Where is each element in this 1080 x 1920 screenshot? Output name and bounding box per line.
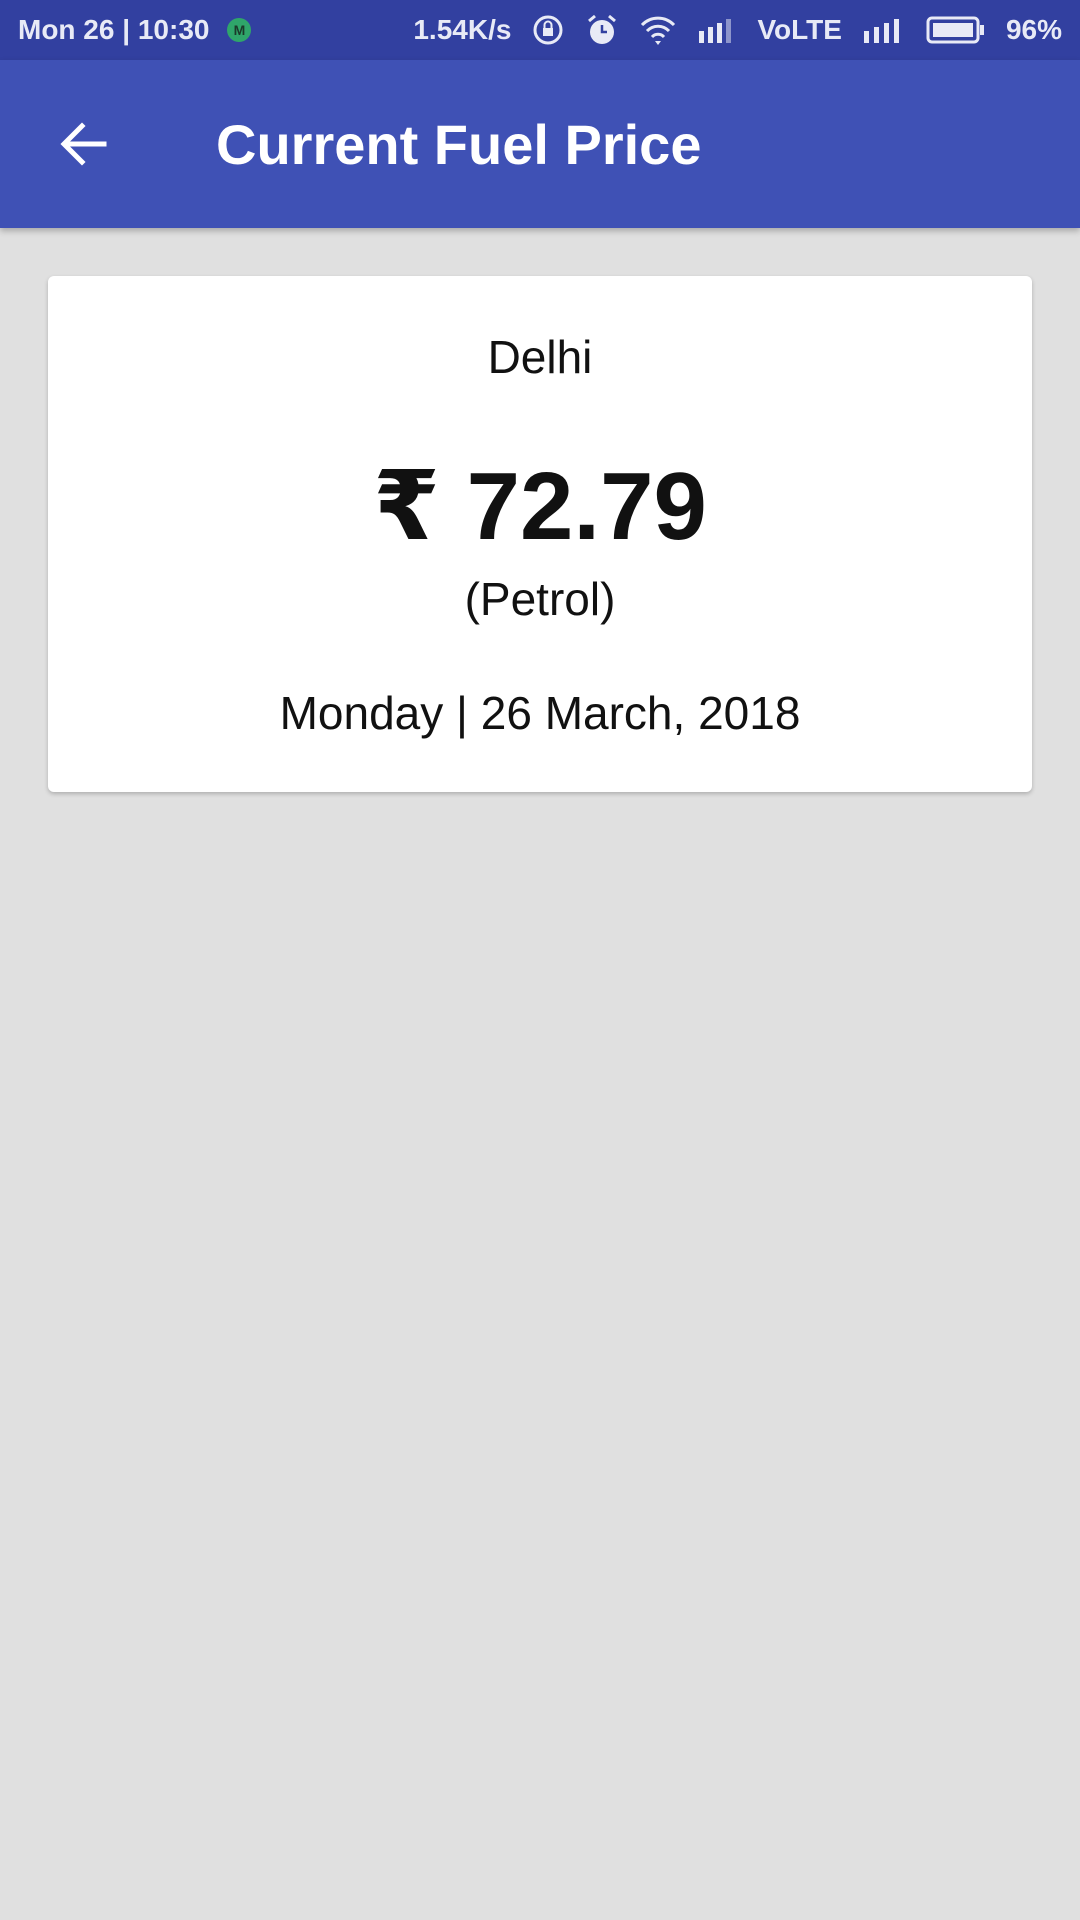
arrow-back-icon: [60, 122, 107, 166]
signal-icon: [697, 17, 737, 43]
price-date: Monday | 26 March, 2018: [279, 687, 801, 739]
fuel-price-card: Delhi ₹ 72.79 (Petrol) Monday | 26 March…: [48, 276, 1032, 792]
fuel-type: (Petrol): [464, 573, 616, 625]
fuel-price: ₹ 72.79: [373, 453, 707, 560]
back-button[interactable]: [48, 108, 120, 180]
status-bar: Mon 26 | 10:30 M 1.54K/s VoLTE 96%: [0, 0, 1080, 60]
notification-m-icon: M: [227, 18, 252, 42]
rotation-lock-icon: [531, 13, 565, 47]
city-name: Delhi: [487, 331, 593, 383]
battery-percent: 96%: [1005, 14, 1062, 45]
page-title: Current Fuel Price: [216, 112, 702, 176]
alarm-icon: [585, 13, 619, 47]
signal-icon: [862, 17, 906, 43]
battery-icon: [926, 16, 986, 44]
app-bar: Current Fuel Price: [0, 60, 1080, 228]
status-time: Mon 26 | 10:30: [18, 14, 210, 45]
network-type-label: VoLTE: [757, 14, 842, 45]
network-speed: 1.54K/s: [413, 14, 512, 45]
wifi-icon: [639, 13, 677, 47]
